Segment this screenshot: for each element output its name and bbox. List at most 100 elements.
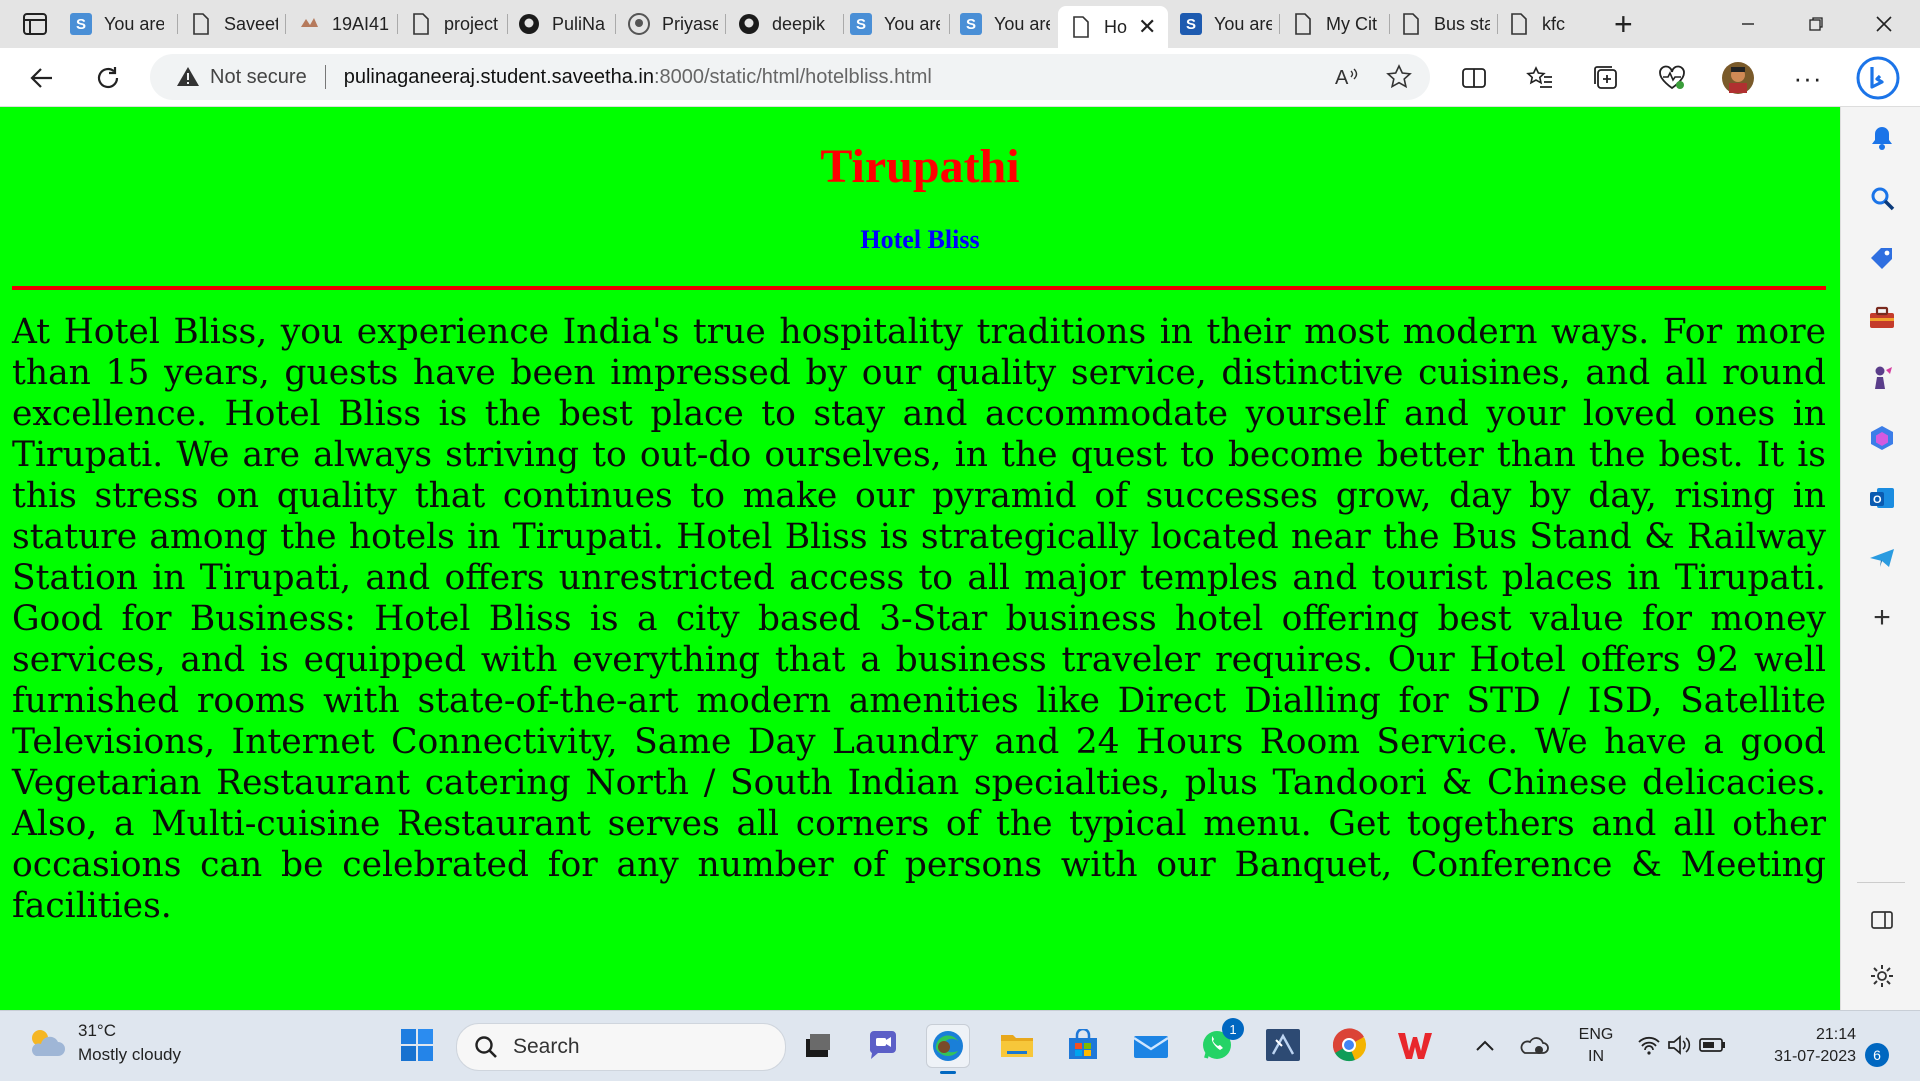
clock[interactable]: 21:14 31-07-2023	[1740, 1024, 1856, 1068]
search-icon	[475, 1036, 497, 1058]
horizontal-rule	[12, 286, 1826, 290]
folder-icon	[1001, 1035, 1033, 1057]
tab-title: My Cit	[1326, 13, 1377, 34]
gear-icon	[1871, 965, 1893, 987]
hotel-description: At Hotel Bliss, you experience India's t…	[12, 312, 1826, 926]
sidebar-panel-icon	[1871, 911, 1893, 929]
favorites-button[interactable]	[1522, 60, 1558, 96]
tab[interactable]: kfc	[1508, 0, 1602, 48]
shopping-button[interactable]	[1865, 241, 1899, 275]
s-icon: S	[850, 13, 872, 35]
tab[interactable]: S You are	[1180, 0, 1280, 48]
page-icon	[1400, 13, 1422, 35]
teams-chat-button[interactable]	[862, 1024, 904, 1066]
split-screen-icon	[1462, 68, 1486, 88]
chrome-icon	[1332, 1028, 1367, 1062]
github-icon	[628, 13, 650, 35]
tab[interactable]: Bus sta	[1400, 0, 1498, 48]
tab-title: You are	[884, 13, 940, 34]
url-path: :8000/static/html/hotelbliss.html	[653, 65, 932, 88]
tab[interactable]: S You are	[960, 0, 1060, 48]
office-button[interactable]	[1865, 421, 1899, 455]
tab[interactable]: S You are	[850, 0, 950, 48]
close-icon	[1876, 16, 1892, 32]
tab-actions-icon	[23, 13, 47, 35]
new-tab-button[interactable]: +	[1614, 0, 1644, 48]
tools-button[interactable]	[1865, 301, 1899, 335]
tab-title: PuliNa	[552, 13, 606, 34]
notifications-button[interactable]	[1865, 121, 1899, 155]
read-aloud-icon[interactable]: A	[1334, 65, 1360, 89]
tab-active[interactable]: Ho ✕	[1058, 6, 1168, 48]
settings-more-button[interactable]: ···	[1790, 60, 1826, 96]
taskbar-search[interactable]: Search	[456, 1023, 786, 1071]
favorite-star-icon[interactable]	[1386, 64, 1412, 90]
weather-widget[interactable]: 31°C Mostly cloudy	[26, 1019, 181, 1067]
tab[interactable]: project	[410, 0, 508, 48]
wifi-icon	[1638, 1036, 1660, 1055]
notification-center-badge[interactable]: 6	[1865, 1043, 1889, 1067]
tab[interactable]: 19AI41	[298, 0, 398, 48]
task-view-button[interactable]	[796, 1024, 838, 1066]
file-explorer-button[interactable]	[996, 1024, 1038, 1066]
split-screen-button[interactable]	[1456, 60, 1492, 96]
page-icon	[1292, 13, 1314, 35]
tab-title: kfc	[1542, 13, 1566, 34]
address-bar[interactable]: Not secure pulinaganeeraj.student.saveet…	[150, 54, 1430, 100]
bing-chat-button[interactable]	[1856, 56, 1900, 100]
tab[interactable]: deepik	[738, 0, 844, 48]
mail-button[interactable]	[1130, 1024, 1172, 1066]
close-tab-icon[interactable]: ✕	[1138, 16, 1156, 38]
chrome-button[interactable]	[1328, 1024, 1370, 1066]
games-button[interactable]	[1865, 361, 1899, 395]
tab-actions-button[interactable]	[14, 10, 58, 38]
editor-icon	[1266, 1029, 1300, 1061]
tab-title: Ho	[1104, 16, 1128, 37]
quick-settings-button[interactable]	[1634, 1024, 1730, 1066]
close-window-button[interactable]	[1850, 0, 1918, 48]
clock-time: 21:14	[1815, 1026, 1856, 1043]
show-hidden-icons-button[interactable]	[1470, 1024, 1500, 1066]
tab[interactable]: My Cit	[1292, 0, 1390, 48]
tab-title: deepik	[772, 13, 826, 34]
heart-pulse-icon	[1659, 65, 1685, 90]
add-sidebar-app-button[interactable]: +	[1865, 601, 1899, 635]
search-sidebar-button[interactable]	[1865, 181, 1899, 215]
collections-button[interactable]	[1588, 60, 1624, 96]
tab[interactable]: S You are	[70, 0, 178, 48]
wps-office-button[interactable]	[1394, 1024, 1436, 1066]
back-button[interactable]	[24, 60, 60, 96]
tab[interactable]: Saveetha	[190, 0, 286, 48]
edge-taskbar-button[interactable]	[926, 1024, 970, 1074]
minimize-icon	[1742, 23, 1754, 25]
language-indicator[interactable]: ENG IN	[1568, 1024, 1624, 1068]
cloud-sync-icon	[1520, 1037, 1549, 1054]
warning-icon[interactable]	[176, 65, 200, 89]
whatsapp-button[interactable]: 1	[1196, 1018, 1244, 1066]
minimize-button[interactable]	[1714, 0, 1782, 48]
refresh-button[interactable]	[90, 60, 126, 96]
plus-icon: +	[1614, 5, 1633, 42]
address-toolbar: Not secure pulinaganeeraj.student.saveet…	[0, 48, 1920, 107]
store-button[interactable]	[1062, 1024, 1104, 1066]
telegram-button[interactable]	[1865, 541, 1899, 575]
outlook-button[interactable]: O	[1865, 481, 1899, 515]
tab[interactable]: Priyase	[628, 0, 726, 48]
sidebar-settings-button[interactable]	[1865, 959, 1899, 993]
page-title: Tirupathi	[820, 140, 1020, 193]
browser-essentials-button[interactable]	[1654, 60, 1690, 96]
code-editor-button[interactable]	[1262, 1024, 1304, 1066]
collections-icon	[1594, 66, 1617, 89]
hide-sidebar-button[interactable]	[1865, 903, 1899, 937]
svg-text:A: A	[1335, 67, 1349, 89]
onedrive-tray-button[interactable]	[1516, 1024, 1552, 1066]
restore-button[interactable]	[1782, 0, 1850, 48]
tab-title: You are	[994, 13, 1050, 34]
profile-button[interactable]	[1720, 60, 1756, 96]
security-status[interactable]: Not secure	[210, 66, 307, 89]
hand-icon	[298, 13, 320, 35]
tab-title: You are	[1214, 13, 1272, 34]
edge-sidebar: O +	[1840, 107, 1920, 1010]
tab[interactable]: PuliNa	[518, 0, 616, 48]
start-button[interactable]	[396, 1024, 438, 1066]
